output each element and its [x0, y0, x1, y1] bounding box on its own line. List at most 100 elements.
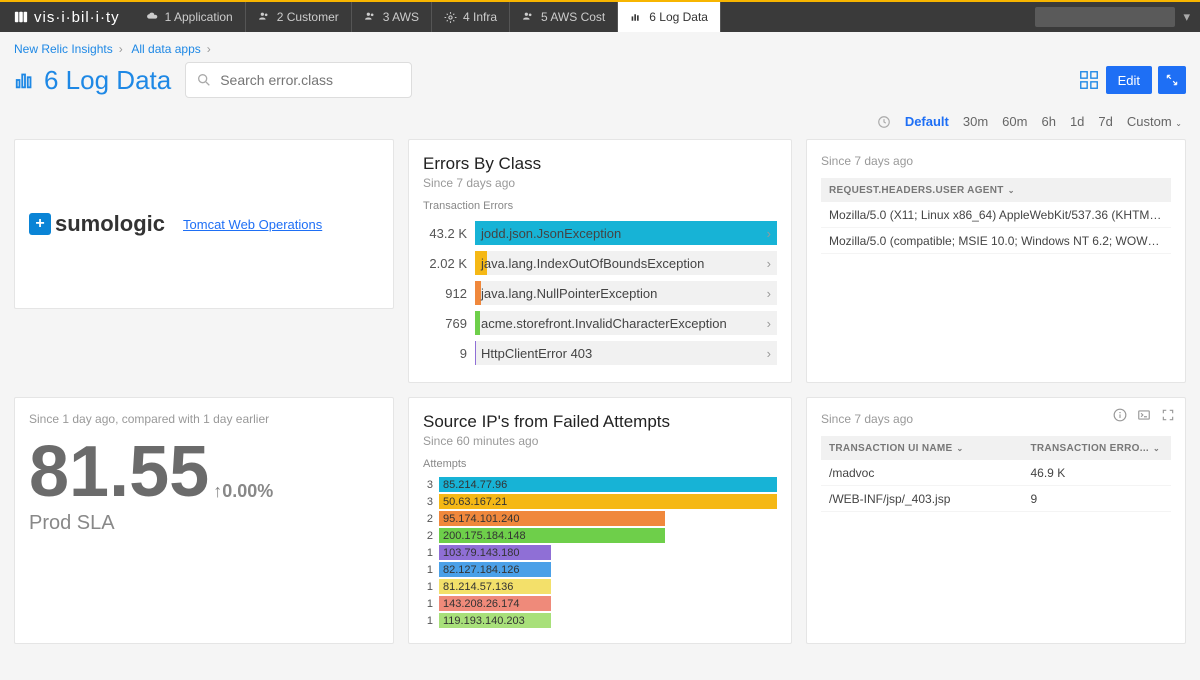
- error-class-label: HttpClientError 403: [475, 346, 592, 361]
- error-count: 43.2 K: [423, 226, 467, 241]
- time-range-option[interactable]: 7d: [1098, 114, 1112, 129]
- expand-button[interactable]: [1158, 66, 1186, 94]
- breadcrumb: New Relic Insights› All data apps›: [0, 32, 1200, 62]
- sla-label: Prod SLA: [29, 512, 379, 535]
- attempt-count: 2: [423, 513, 433, 525]
- gear-icon: [444, 11, 457, 24]
- time-range-option[interactable]: Custom ⌄: [1127, 114, 1182, 129]
- ip-bar-row[interactable]: 1 82.127.184.126: [423, 561, 777, 578]
- ip-address: 50.63.167.21: [439, 496, 507, 508]
- ip-address: 200.175.184.148: [439, 530, 526, 542]
- ip-address: 81.214.57.136: [439, 581, 513, 593]
- breadcrumb-item[interactable]: All data apps: [131, 42, 200, 56]
- ip-bar-row[interactable]: 2200.175.184.148: [423, 527, 777, 544]
- error-class-label: java.lang.NullPointerException: [475, 286, 657, 301]
- nav-tab[interactable]: 4 Infra: [432, 2, 510, 32]
- chevron-right-icon: ›: [767, 226, 771, 241]
- ip-bar-row[interactable]: 1119.193.140.203: [423, 612, 777, 629]
- nav-tabs: 1 Application2 Customer3 AWS4 Infra5 AWS…: [134, 2, 1036, 32]
- card-user-agents: Since 7 days ago REQUEST.HEADERS.USER AG…: [806, 139, 1186, 383]
- ip-bar-row[interactable]: 295.174.101.240: [423, 510, 777, 527]
- nav-tab[interactable]: 1 Application: [134, 2, 246, 32]
- search-input[interactable]: [185, 62, 412, 98]
- table-row[interactable]: Mozilla/5.0 (X11; Linux x86_64) AppleWeb…: [821, 202, 1171, 228]
- ip-bar-row[interactable]: 1 143.208.26.174: [423, 595, 777, 612]
- table-row[interactable]: Mozilla/5.0 (compatible; MSIE 10.0; Wind…: [821, 228, 1171, 254]
- error-bar-row[interactable]: 2.02 K java.lang.IndexOutOfBoundsExceptio…: [423, 248, 777, 278]
- card-prod-sla: Since 1 day ago, compared with 1 day ear…: [14, 397, 394, 644]
- sla-value: 81.55↑0.00%: [29, 436, 379, 508]
- top-navbar: vis·i·bil·i·ty 1 Application2 Customer3 …: [0, 0, 1200, 32]
- chevron-right-icon: ›: [767, 316, 771, 331]
- sla-delta: ↑0.00%: [213, 482, 273, 500]
- ip-bar-row[interactable]: 1 103.79.143.180: [423, 544, 777, 561]
- card-since: Since 7 days ago: [423, 176, 777, 190]
- card-since: Since 60 minutes ago: [423, 434, 777, 448]
- users-icon: [522, 11, 535, 24]
- time-range-picker: Default 30m 60m 6h 1d 7d Custom ⌄: [0, 108, 1200, 139]
- error-class-label: acme.storefront.InvalidCharacterExceptio…: [475, 316, 727, 331]
- column-header[interactable]: TRANSACTION ERRO... ⌄: [1023, 443, 1172, 454]
- error-bar-row[interactable]: 769 acme.storefront.InvalidCharacterExcep…: [423, 308, 777, 338]
- info-icon[interactable]: [1113, 408, 1127, 422]
- card-since: Since 7 days ago: [821, 154, 1171, 168]
- card-title: Source IP's from Failed Attempts: [423, 412, 777, 432]
- nav-tab[interactable]: 2 Customer: [246, 2, 352, 32]
- ip-bar-row[interactable]: 3 50.63.167.21: [423, 493, 777, 510]
- time-range-option[interactable]: 30m: [963, 114, 988, 129]
- time-range-option[interactable]: 1d: [1070, 114, 1084, 129]
- users-icon: [364, 11, 377, 24]
- nav-tab[interactable]: 6 Log Data: [618, 2, 721, 32]
- chevron-right-icon: ›: [767, 346, 771, 361]
- nav-tab[interactable]: 5 AWS Cost: [510, 2, 618, 32]
- attempt-count: 1: [423, 547, 433, 559]
- table-row[interactable]: /WEB-INF/jsp/_403.jsp9: [821, 486, 1171, 512]
- card-sublabel: Transaction Errors: [423, 200, 777, 212]
- error-bar-row[interactable]: 43.2 Kjodd.json.JsonException›: [423, 218, 777, 248]
- card-source-ips: Source IP's from Failed Attempts Since 6…: [408, 397, 792, 644]
- error-bar-row[interactable]: 912 java.lang.NullPointerException ›: [423, 278, 777, 308]
- card-title: Errors By Class: [423, 154, 777, 174]
- search-icon: [196, 72, 212, 88]
- card-errors-by-class: Errors By Class Since 7 days ago Transac…: [408, 139, 792, 383]
- user-menu-caret-icon[interactable]: ▾: [1183, 9, 1190, 25]
- expand-icon: [1165, 73, 1179, 87]
- card-sumologic: +sumologic Tomcat Web Operations: [14, 139, 394, 309]
- nav-tab[interactable]: 3 AWS: [352, 2, 432, 32]
- error-count: 912: [423, 286, 467, 301]
- edit-button[interactable]: Edit: [1106, 66, 1152, 94]
- error-count: 9: [423, 346, 467, 361]
- ip-address: 82.127.184.126: [439, 564, 519, 576]
- attempt-count: 3: [423, 479, 433, 491]
- time-range-option[interactable]: 6h: [1041, 114, 1055, 129]
- attempt-count: 1: [423, 564, 433, 576]
- attempt-count: 1: [423, 598, 433, 610]
- ip-bar-row[interactable]: 181.214.57.136: [423, 578, 777, 595]
- error-count: 2.02 K: [423, 256, 467, 271]
- sumologic-link[interactable]: Tomcat Web Operations: [183, 217, 322, 232]
- time-range-option[interactable]: 60m: [1002, 114, 1027, 129]
- user-menu[interactable]: [1035, 7, 1175, 27]
- time-range-default[interactable]: Default: [905, 114, 949, 129]
- table-header[interactable]: REQUEST.HEADERS.USER AGENT ⌄: [821, 178, 1171, 202]
- attempt-count: 3: [423, 496, 433, 508]
- chart-icon: [630, 11, 643, 24]
- ip-address: 143.208.26.174: [439, 598, 519, 610]
- terminal-icon[interactable]: [1137, 408, 1151, 422]
- users-icon: [258, 11, 271, 24]
- card-since: Since 1 day ago, compared with 1 day ear…: [29, 412, 379, 426]
- error-count: 769: [423, 316, 467, 331]
- ip-bar-row[interactable]: 385.214.77.96: [423, 476, 777, 493]
- error-class-label: java.lang.IndexOutOfBoundsException: [475, 256, 704, 271]
- column-header[interactable]: TRANSACTION UI NAME ⌄: [821, 443, 1023, 454]
- fullscreen-icon[interactable]: [1161, 408, 1175, 422]
- grid-view-icon[interactable]: [1078, 69, 1100, 91]
- chevron-right-icon: ›: [767, 286, 771, 301]
- brand-logo: vis·i·bil·i·ty: [0, 9, 134, 26]
- table-row[interactable]: /madvoc46.9 K: [821, 460, 1171, 486]
- plus-icon: +: [29, 213, 51, 235]
- breadcrumb-item[interactable]: New Relic Insights: [14, 42, 113, 56]
- ip-address: 119.193.140.203: [439, 615, 525, 627]
- error-bar-row[interactable]: 9 HttpClientError 403 ›: [423, 338, 777, 368]
- ip-address: 103.79.143.180: [439, 547, 519, 559]
